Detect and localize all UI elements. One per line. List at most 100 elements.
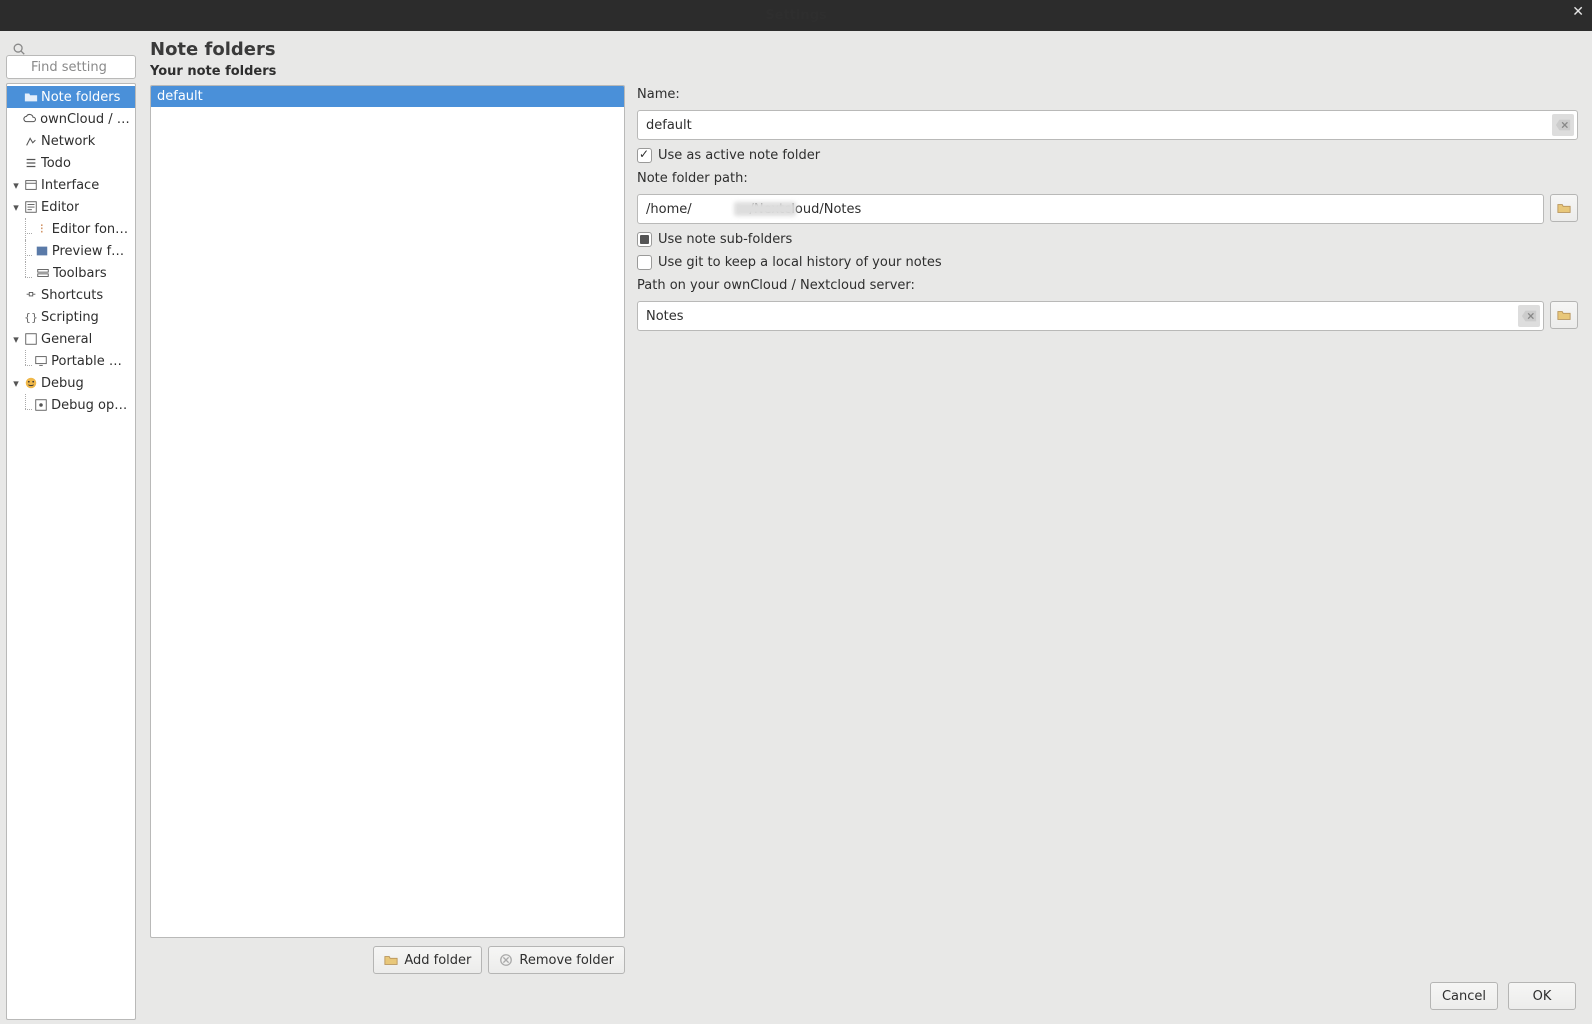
cancel-button[interactable]: Cancel	[1430, 982, 1498, 1010]
toolbar-icon	[36, 266, 50, 280]
remove-icon	[499, 953, 513, 967]
page-subtitle: Your note folders	[142, 64, 1586, 85]
tree-item-debug[interactable]: ▾ Debug	[7, 372, 135, 394]
checkbox-label: Use as active note folder	[658, 148, 820, 163]
clear-icon[interactable]	[1552, 114, 1574, 136]
tree-label: Portable mode	[51, 354, 131, 369]
tree-item-note-folders[interactable]: Note folders	[7, 86, 135, 108]
name-label: Name:	[637, 87, 1578, 102]
active-folder-check[interactable]: Use as active note folder	[637, 148, 1578, 163]
subfolders-checkbox[interactable]	[637, 232, 652, 247]
clear-icon[interactable]	[1518, 305, 1540, 327]
tree-label: Debug	[41, 376, 84, 391]
ok-button[interactable]: OK	[1508, 982, 1576, 1010]
folder-detail-column: Name: Use as active note folder Note fol…	[637, 85, 1578, 974]
app-body: Note folders ownCloud / N… Network Todo …	[0, 31, 1592, 1024]
server-path-label: Path on your ownCloud / Nextcloud server…	[637, 278, 1578, 293]
tree-item-owncloud[interactable]: ownCloud / N…	[7, 108, 135, 130]
dialog-footer: Cancel OK	[142, 974, 1586, 1020]
tree-label: Editor	[41, 200, 79, 215]
tree-item-debug-options[interactable]: Debug options	[7, 394, 135, 416]
tree-label: ownCloud / N…	[40, 112, 131, 127]
button-label: OK	[1533, 989, 1552, 1004]
search-container	[6, 37, 136, 79]
tree-item-network[interactable]: Network	[7, 130, 135, 152]
folder-list[interactable]: default	[150, 85, 625, 938]
path-input-wrap	[637, 194, 1544, 224]
general-icon	[24, 332, 38, 346]
shortcut-icon	[24, 288, 38, 302]
tree-item-scripting[interactable]: {} Scripting	[7, 306, 135, 328]
folder-icon	[24, 90, 38, 104]
chevron-down-icon[interactable]: ▾	[11, 179, 21, 192]
server-path-wrap	[637, 301, 1544, 331]
tree-item-toolbars[interactable]: Toolbars	[7, 262, 135, 284]
add-folder-button[interactable]: Add folder	[373, 946, 482, 974]
folder-new-icon	[384, 953, 398, 967]
debug-icon	[24, 376, 38, 390]
preview-icon	[35, 244, 49, 258]
main-panel: Note folders Your note folders default A…	[142, 37, 1586, 1020]
git-check[interactable]: Use git to keep a local history of your …	[637, 255, 1578, 270]
tree-label: Shortcuts	[41, 288, 103, 303]
chevron-down-icon[interactable]: ▾	[11, 333, 21, 346]
server-path-input[interactable]	[637, 301, 1544, 331]
close-icon[interactable]: ✕	[1572, 5, 1584, 19]
tree-label: Network	[41, 134, 95, 149]
name-input[interactable]	[637, 110, 1578, 140]
search-icon	[6, 37, 20, 51]
chevron-down-icon[interactable]: ▾	[11, 377, 21, 390]
button-label: Remove folder	[519, 953, 614, 968]
chevron-down-icon[interactable]: ▾	[11, 201, 21, 214]
active-folder-checkbox[interactable]	[637, 148, 652, 163]
folder-open-icon	[1557, 201, 1571, 215]
font-icon: ⁝	[35, 222, 49, 236]
tree-item-editor[interactable]: ▾ Editor	[7, 196, 135, 218]
folder-buttons: Add folder Remove folder	[150, 938, 625, 974]
folder-list-column: default Add folder Remove folder	[150, 85, 625, 974]
tree-item-general[interactable]: ▾ General	[7, 328, 135, 350]
tree-label: Scripting	[41, 310, 99, 325]
page-title: Note folders	[142, 37, 1586, 64]
server-path-row	[637, 301, 1578, 331]
tree-item-todo[interactable]: Todo	[7, 152, 135, 174]
git-checkbox[interactable]	[637, 255, 652, 270]
list-item[interactable]: default	[151, 86, 624, 107]
options-icon	[34, 398, 48, 412]
tree-label: Editor fonts…	[52, 222, 131, 237]
tree-label: Preview fonts	[52, 244, 131, 259]
window-icon	[24, 178, 38, 192]
code-icon: {}	[24, 310, 38, 324]
path-label: Note folder path:	[637, 171, 1578, 186]
settings-tree: Note folders ownCloud / N… Network Todo …	[6, 83, 136, 1020]
path-row	[637, 194, 1578, 224]
checkbox-label: Use note sub-folders	[658, 232, 792, 247]
search-input[interactable]	[6, 55, 136, 79]
remove-folder-button[interactable]: Remove folder	[488, 946, 625, 974]
tree-item-editor-fonts[interactable]: ⁝ Editor fonts…	[7, 218, 135, 240]
tree-label: General	[41, 332, 92, 347]
window-titlebar: Settings ✕	[0, 0, 1592, 31]
subfolders-check[interactable]: Use note sub-folders	[637, 232, 1578, 247]
window-title: Settings	[765, 8, 826, 23]
tree-item-interface[interactable]: ▾ Interface	[7, 174, 135, 196]
folder-open-icon	[1557, 308, 1571, 322]
list-icon	[24, 156, 38, 170]
content-columns: default Add folder Remove folder Name:	[142, 85, 1586, 974]
tree-item-preview-fonts[interactable]: Preview fonts	[7, 240, 135, 262]
tree-label: Debug options	[51, 398, 131, 413]
redacted-text	[734, 202, 796, 216]
monitor-icon	[34, 354, 48, 368]
cloud-icon	[23, 112, 37, 126]
tree-label: Todo	[41, 156, 71, 171]
tree-label: Note folders	[41, 90, 120, 105]
browse-path-button[interactable]	[1550, 194, 1578, 222]
tree-item-shortcuts[interactable]: Shortcuts	[7, 284, 135, 306]
editor-icon	[24, 200, 38, 214]
tree-item-portable[interactable]: Portable mode	[7, 350, 135, 372]
tree-label: Interface	[41, 178, 99, 193]
name-field-wrap	[637, 110, 1578, 140]
browse-server-path-button[interactable]	[1550, 301, 1578, 329]
sidebar: Note folders ownCloud / N… Network Todo …	[6, 37, 136, 1020]
network-icon	[24, 134, 38, 148]
